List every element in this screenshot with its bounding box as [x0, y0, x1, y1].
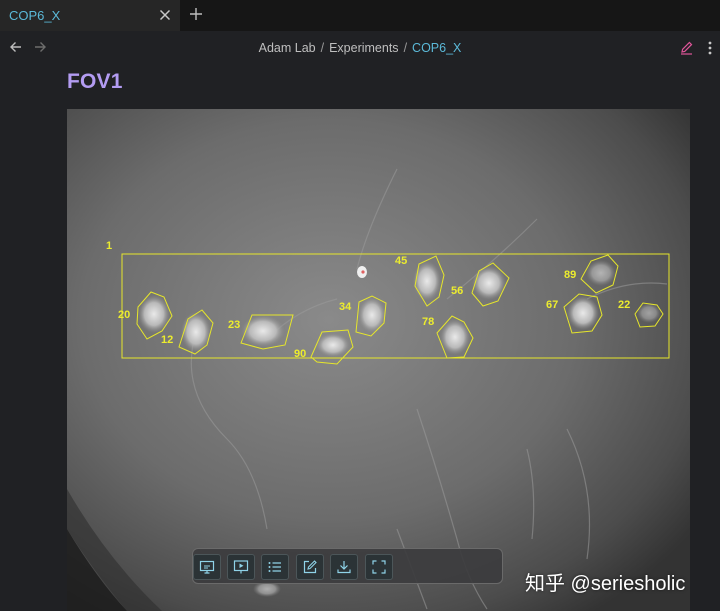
- slideshow-button[interactable]: [227, 554, 255, 580]
- watermark: 知乎 @seriesholic: [525, 573, 686, 595]
- roi-label-22: 22: [618, 299, 630, 311]
- annotate-button[interactable]: [296, 554, 324, 580]
- roi-label-1: 1: [106, 240, 112, 252]
- roi-label-23: 23: [228, 319, 240, 331]
- pencil-icon[interactable]: [679, 40, 694, 55]
- tab-bar: COP6_X: [0, 0, 720, 31]
- breadcrumb: Adam Lab / Experiments / COP6_X: [0, 41, 720, 55]
- roi-label-89: 89: [564, 269, 576, 281]
- tab-title: COP6_X: [9, 8, 61, 23]
- list-icon: [268, 562, 281, 572]
- roi-label-56: 56: [451, 285, 463, 297]
- play-slide-icon: [233, 560, 249, 574]
- image-toolbar: [192, 548, 503, 584]
- plus-icon[interactable]: [188, 6, 204, 22]
- fullscreen-icon: [372, 560, 386, 574]
- breadcrumb-separator: /: [403, 41, 408, 55]
- presentation-button[interactable]: [193, 554, 221, 580]
- list-button[interactable]: [261, 554, 289, 580]
- roi-label-67: 67: [546, 299, 558, 311]
- microscopy-image: 1 45 56 89 20 12 23 34 90 78 67 22: [67, 109, 690, 611]
- roi-label-12: 12: [161, 334, 173, 346]
- fluorescence-image: 1 45 56 89 20 12 23 34 90 78 67 22: [67, 109, 690, 611]
- page-title: FOV1: [67, 70, 123, 93]
- tab-cop6-x[interactable]: COP6_X: [0, 0, 180, 31]
- presentation-icon: [199, 560, 215, 574]
- roi-label-90: 90: [294, 348, 306, 360]
- breadcrumb-separator: /: [320, 41, 325, 55]
- breadcrumb-item-experiments[interactable]: Experiments: [329, 41, 398, 55]
- roi-label-20: 20: [118, 309, 130, 321]
- breadcrumb-item-adam-lab[interactable]: Adam Lab: [259, 41, 316, 55]
- roi-label-78: 78: [422, 316, 434, 328]
- fullscreen-button[interactable]: [365, 554, 393, 580]
- download-icon: [337, 561, 351, 574]
- more-vertical-icon[interactable]: [706, 40, 714, 56]
- roi-label-34: 34: [339, 301, 352, 313]
- download-button[interactable]: [330, 554, 358, 580]
- close-icon[interactable]: [157, 7, 173, 23]
- edit-icon: [303, 560, 317, 574]
- roi-label-45: 45: [395, 255, 407, 267]
- breadcrumb-item-current[interactable]: COP6_X: [412, 41, 461, 55]
- navigation-bar: Adam Lab / Experiments / COP6_X: [0, 31, 720, 64]
